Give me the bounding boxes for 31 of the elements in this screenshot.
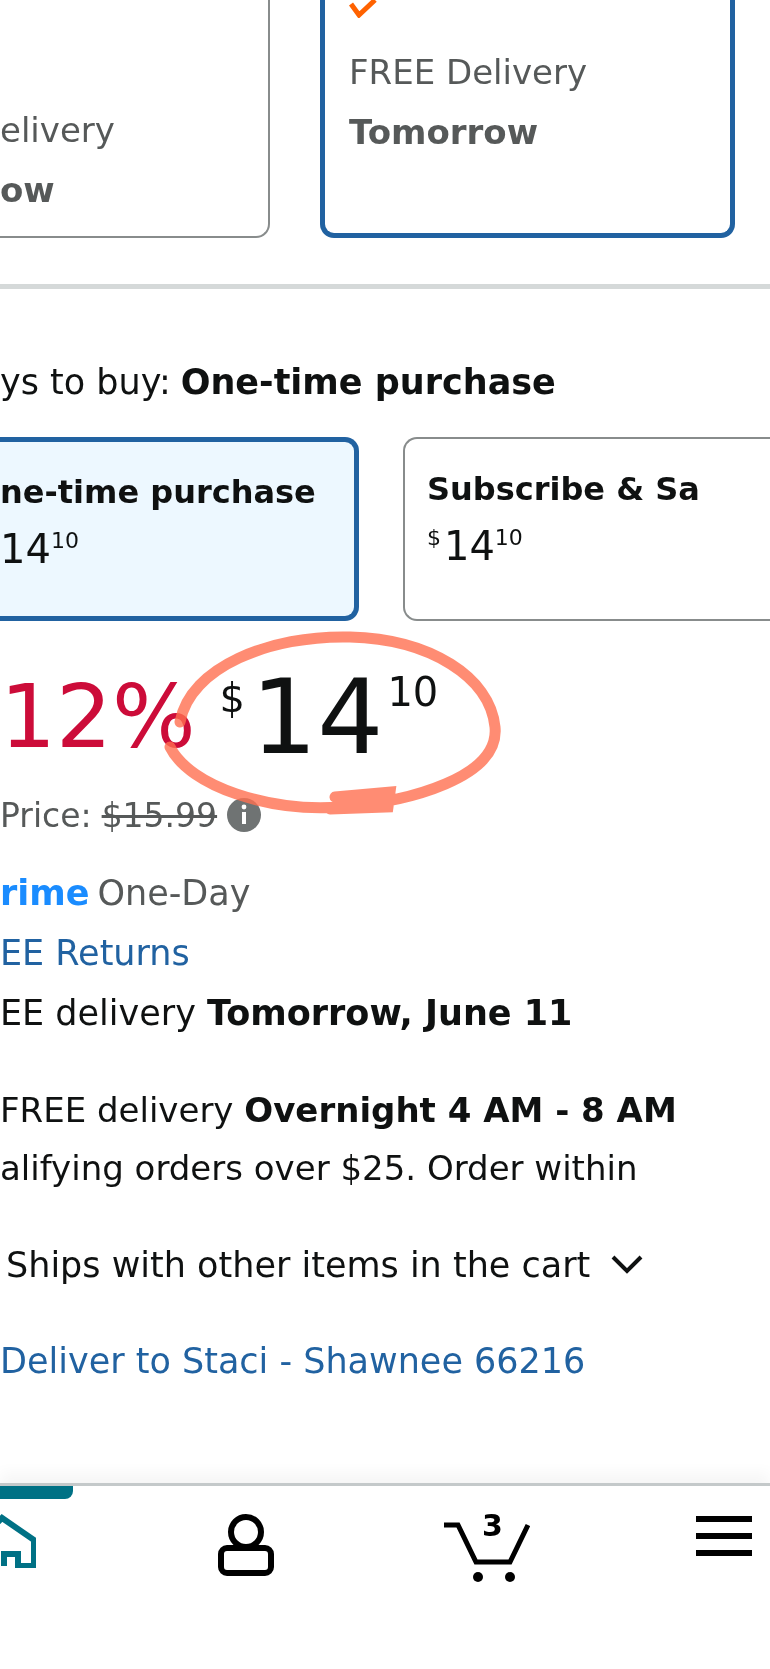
price-currency: $ <box>219 675 246 721</box>
ships-with-label[interactable]: Ships with other items in the cart <box>6 1235 591 1295</box>
info-icon[interactable] <box>227 798 262 832</box>
delivery-option-card[interactable]: FREE Delivery Tomorrow <box>320 0 735 238</box>
prime-logo-text: rime <box>0 872 90 915</box>
chevron-icon[interactable] <box>610 1254 645 1276</box>
delivery-date: Tomorrow <box>349 111 540 154</box>
returns-link[interactable]: EE Returns <box>0 933 190 973</box>
cart-count: 3 <box>482 1508 503 1543</box>
list-price: $15.99 <box>101 795 218 835</box>
delivery-date: ow <box>0 169 56 212</box>
home-icon <box>0 1514 36 1568</box>
delivery-label: FREE Delivery <box>349 51 589 94</box>
ways-to-buy-value: One-time purchase <box>180 361 556 404</box>
price-whole: 14 <box>251 655 384 780</box>
delivery-option-card[interactable]: elivery ow <box>0 0 270 238</box>
delivery-label: elivery <box>0 109 116 152</box>
list-price-label: Price: <box>0 795 92 835</box>
fast-delivery-text: FREE delivery Overnight 4 AM - 8 AM <box>0 1090 677 1130</box>
option-title: Subscribe & Sa <box>426 469 701 510</box>
ways-to-buy-label: ys to buy: <box>0 361 171 404</box>
nav-tab[interactable]: 3 <box>342 1486 632 1669</box>
menu-icon <box>696 1514 752 1558</box>
delivery-date-text: EE delivery Tomorrow, June 11 <box>0 993 573 1033</box>
one-day-label: One-Day <box>97 872 251 915</box>
price-fraction: 10 <box>387 669 439 715</box>
deliver-to-link[interactable]: Deliver to Staci - Shawnee 66216 <box>0 1341 586 1381</box>
option-title: ne-time purchase <box>0 472 317 513</box>
discount-percent: 12% <box>0 664 196 770</box>
person-icon <box>218 1514 274 1576</box>
fast-delivery-text: alifying orders over $25. Order within <box>0 1148 638 1188</box>
